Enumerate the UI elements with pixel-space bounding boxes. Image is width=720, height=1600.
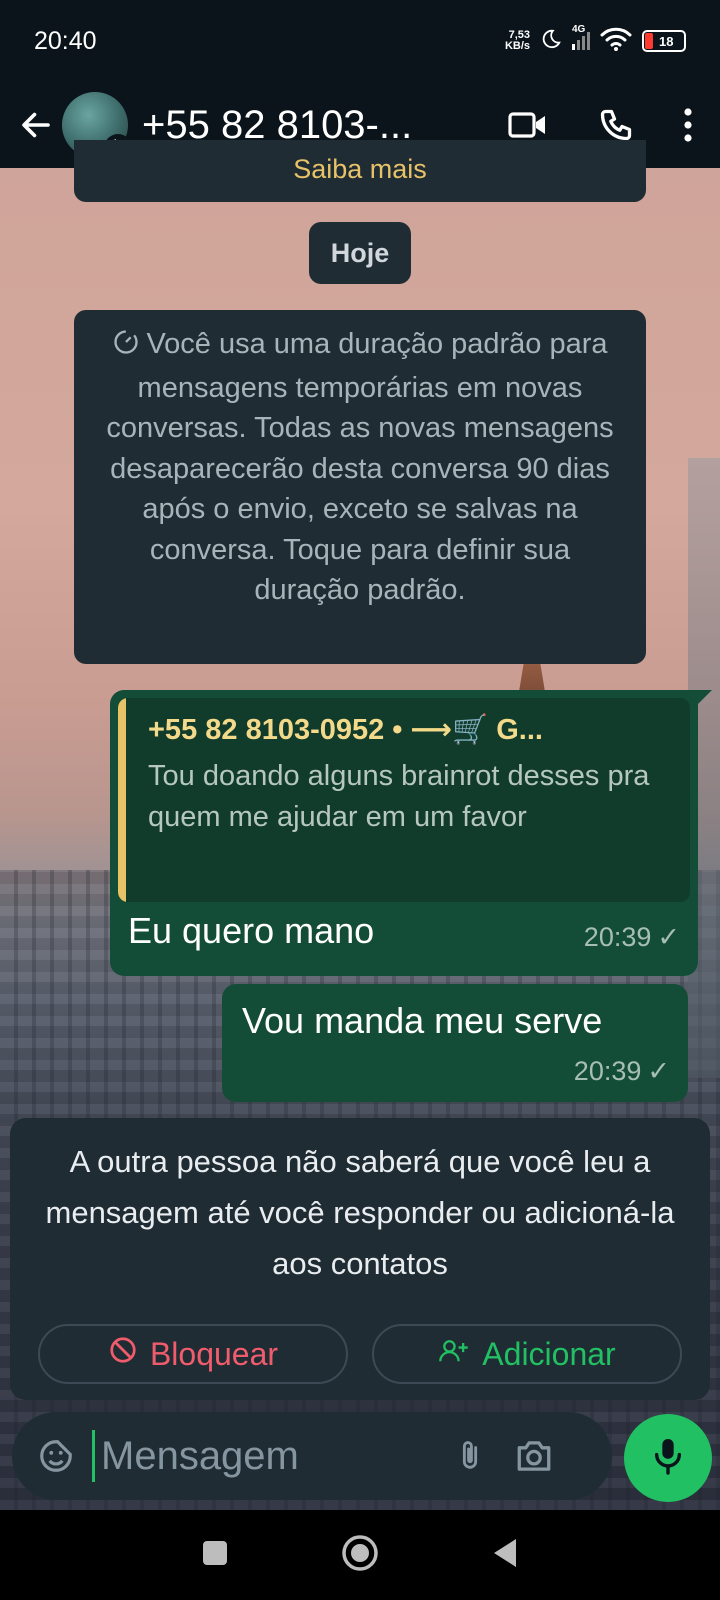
- add-contact-button[interactable]: Adicionar: [372, 1324, 682, 1384]
- network-type: 4G: [572, 24, 586, 35]
- moon-icon: [540, 28, 562, 55]
- battery-level: 18: [659, 33, 674, 49]
- block-button[interactable]: Bloquear: [38, 1324, 348, 1384]
- battery-icon: 18: [642, 30, 686, 52]
- message-input[interactable]: [92, 1430, 442, 1482]
- disappearing-messages-notice[interactable]: Você usa uma duração padrão para mensage…: [74, 310, 646, 664]
- date-chip: Hoje: [309, 222, 411, 284]
- block-label: Bloquear: [149, 1335, 279, 1372]
- home-icon[interactable]: [340, 1533, 380, 1578]
- status-bar: 20:40 7,53 KB/s 4G 18: [0, 0, 720, 82]
- quote-bar: [118, 698, 126, 902]
- message-text: Vou manda meu serve: [242, 1000, 603, 1041]
- signal-icon: 4G: [572, 24, 590, 50]
- notice-text: Você usa uma duração padrão para mensage…: [106, 328, 614, 606]
- outgoing-message[interactable]: Vou manda meu serve 20:39 ✓: [222, 984, 688, 1102]
- microphone-icon: [651, 1436, 685, 1481]
- date-chip-label: Hoje: [330, 237, 390, 268]
- back-nav-icon[interactable]: [490, 1536, 520, 1575]
- message-time: 20:39: [583, 922, 652, 952]
- message-composer: [12, 1412, 612, 1500]
- message-meta: 20:39 ✓: [584, 922, 680, 953]
- timer-icon: [112, 327, 140, 368]
- message-meta: 20:39 ✓: [574, 1056, 670, 1087]
- message-text: Eu quero mano: [128, 910, 375, 951]
- sent-check-icon: ✓: [647, 1056, 670, 1086]
- sticker-icon[interactable]: [28, 1428, 84, 1484]
- learn-more-link[interactable]: Saiba mais: [74, 140, 646, 202]
- camera-icon[interactable]: [506, 1428, 562, 1484]
- back-arrow-icon[interactable]: [10, 99, 62, 151]
- status-icons: 7,53 KB/s 4G 18: [505, 24, 686, 56]
- quote-text: Tou doando alguns brainrot desses pra qu…: [148, 760, 650, 833]
- more-options-icon[interactable]: [676, 97, 700, 153]
- outgoing-message[interactable]: +55 82 8103-0952 • ⟶🛒 G... Tou doando al…: [110, 690, 712, 976]
- add-label: Adicionar: [482, 1335, 616, 1372]
- attach-icon[interactable]: [442, 1428, 498, 1484]
- recents-icon[interactable]: [200, 1538, 230, 1573]
- net-speed: 7,53 KB/s: [505, 30, 530, 52]
- unknown-contact-panel: A outra pessoa não saberá que você leu a…: [10, 1118, 710, 1400]
- sent-check-icon: ✓: [657, 922, 680, 952]
- block-icon: [108, 1335, 138, 1373]
- quote-author: +55 82 8103-0952 • ⟶🛒 G...: [148, 714, 543, 746]
- message-time: 20:39: [573, 1056, 642, 1086]
- unknown-contact-text: A outra pessoa não saberá que você leu a…: [45, 1144, 675, 1281]
- add-person-icon: [438, 1336, 470, 1373]
- voice-record-button[interactable]: [624, 1414, 712, 1502]
- status-time: 20:40: [34, 26, 97, 55]
- net-speed-unit: KB/s: [504, 40, 530, 52]
- wifi-icon: [600, 27, 632, 56]
- system-nav-bar: [0, 1510, 720, 1600]
- quoted-message[interactable]: +55 82 8103-0952 • ⟶🛒 G... Tou doando al…: [118, 698, 690, 902]
